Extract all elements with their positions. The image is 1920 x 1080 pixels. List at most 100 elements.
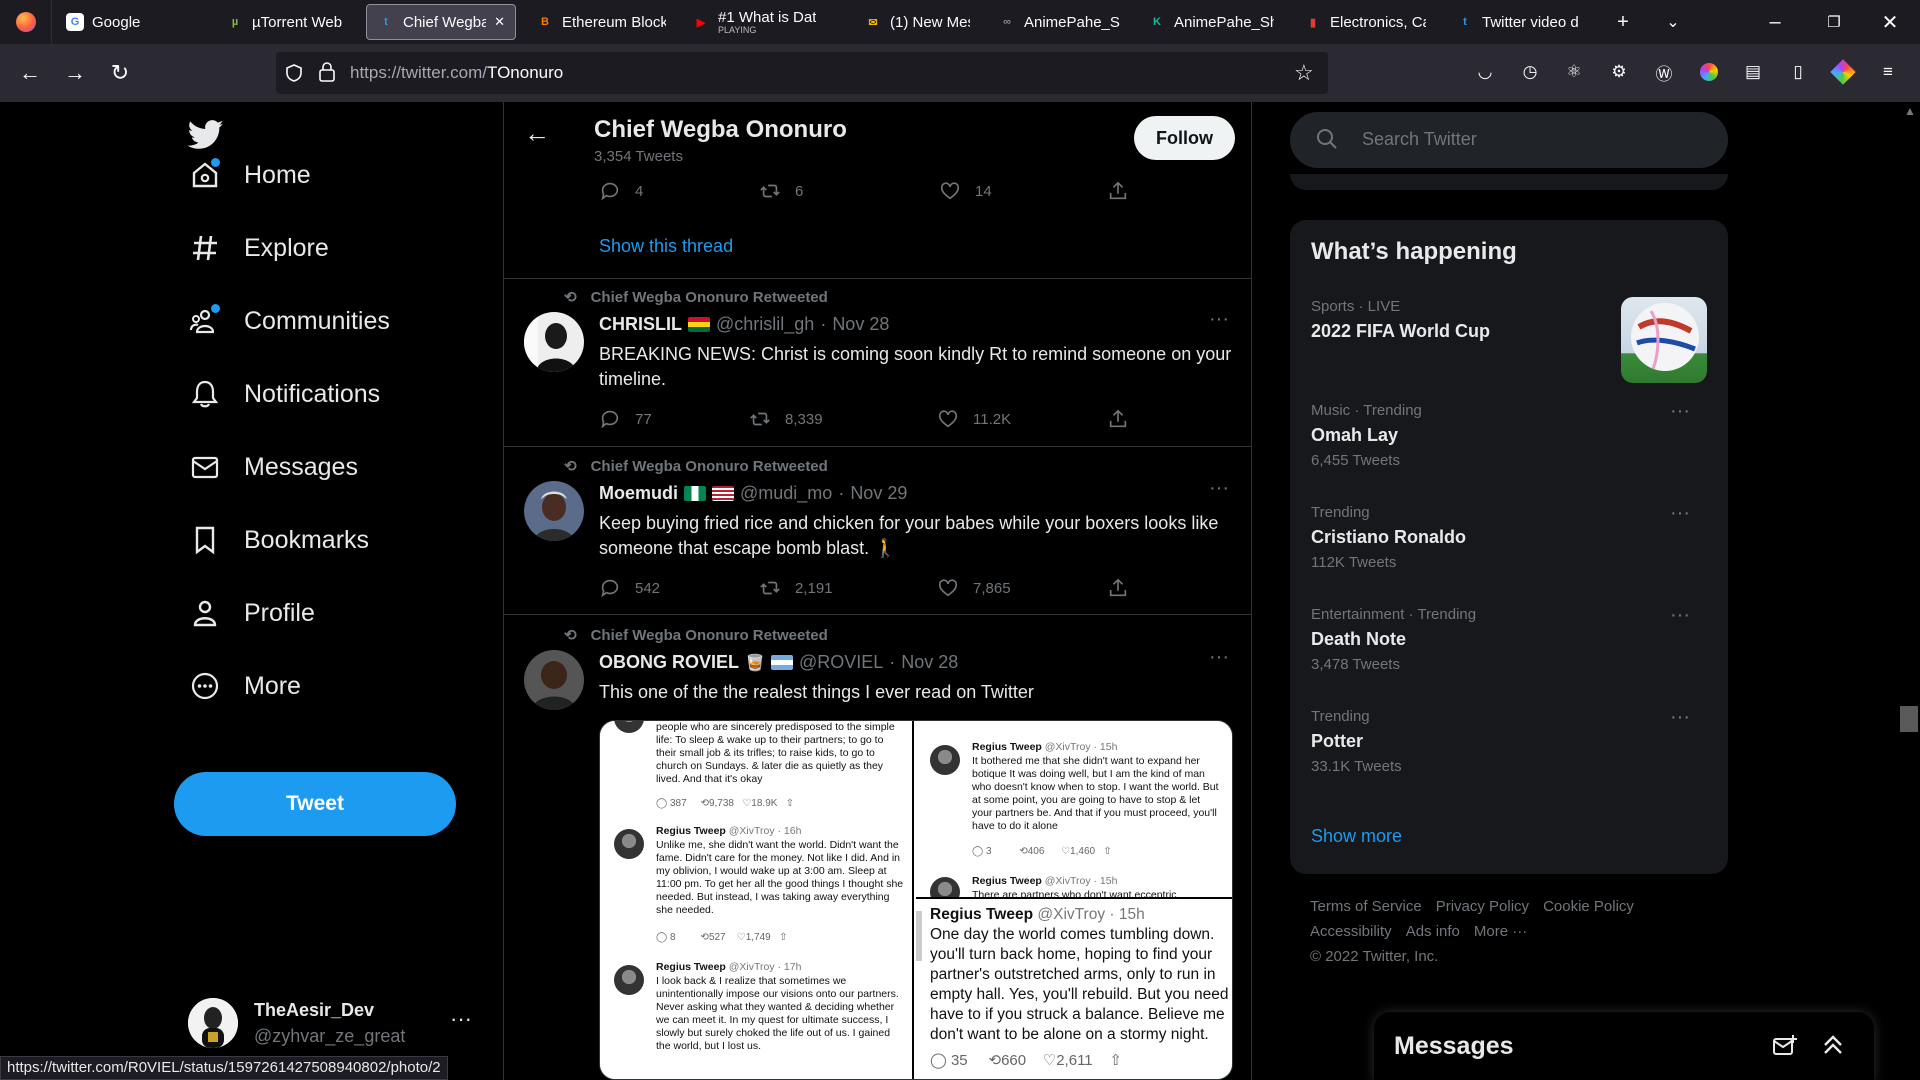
tweet-media-grid[interactable]: people who are sincerely predisposed to … bbox=[599, 720, 1233, 1080]
new-message-icon[interactable] bbox=[1772, 1034, 1798, 1058]
sidebar-item-notifications[interactable]: Notifications bbox=[188, 370, 380, 418]
search-box[interactable]: Search Twitter bbox=[1290, 112, 1728, 168]
browser-tab[interactable]: B Ethereum Block bbox=[526, 4, 676, 40]
reply-button[interactable]: 4 bbox=[599, 180, 643, 202]
browser-tab[interactable]: G Google bbox=[56, 4, 206, 40]
trend-more-icon[interactable]: ··· bbox=[1670, 502, 1690, 525]
trend-item[interactable]: Entertainment · Trending Death Note 3,47… bbox=[1311, 604, 1711, 673]
color-picker-icon[interactable] bbox=[1697, 60, 1721, 84]
minimize-window-icon[interactable]: – bbox=[1755, 6, 1795, 38]
media-image-1[interactable]: people who are sincerely predisposed to … bbox=[600, 721, 914, 1079]
reload-icon[interactable]: ↻ bbox=[105, 58, 135, 88]
close-tab-icon[interactable]: ✕ bbox=[494, 14, 505, 30]
ads-info-link[interactable]: Ads info bbox=[1406, 919, 1460, 944]
tracking-shield-icon[interactable] bbox=[284, 63, 304, 83]
browser-tab[interactable]: µ µTorrent Web bbox=[216, 4, 356, 40]
retweet-button[interactable]: 6 bbox=[759, 180, 803, 202]
footer-more-link[interactable]: More ··· bbox=[1474, 919, 1527, 944]
page-scrollbar[interactable]: ▲ bbox=[1898, 102, 1920, 1080]
bookmark-star-icon[interactable]: ☆ bbox=[1294, 60, 1314, 86]
accessibility-link[interactable]: Accessibility bbox=[1310, 919, 1392, 944]
react-devtools-icon[interactable]: ⚛ bbox=[1562, 60, 1586, 84]
restore-window-icon[interactable]: ❐ bbox=[1814, 6, 1854, 38]
browser-tab[interactable]: K AnimePahe_Shi bbox=[1138, 4, 1284, 40]
tweet-handle[interactable]: @mudi_mo bbox=[740, 483, 832, 504]
bookmark-extension-icon[interactable]: ▯ bbox=[1786, 60, 1810, 84]
trend-item[interactable]: Trending Potter 33.1K Tweets ··· bbox=[1311, 706, 1711, 775]
browser-tab[interactable]: ✉ (1) New Messag bbox=[854, 4, 980, 40]
sidebar-item-profile[interactable]: Profile bbox=[188, 589, 315, 637]
trend-more-icon[interactable]: ··· bbox=[1670, 604, 1690, 627]
follow-button[interactable]: Follow bbox=[1134, 116, 1235, 160]
terms-link[interactable]: Terms of Service bbox=[1310, 894, 1422, 919]
sidebar-item-bookmarks[interactable]: Bookmarks bbox=[188, 516, 369, 564]
pocket-icon[interactable]: ◡ bbox=[1473, 60, 1497, 84]
back-icon[interactable]: ← bbox=[15, 58, 45, 88]
messages-drawer[interactable]: Messages bbox=[1374, 1012, 1874, 1080]
tweet-author-name[interactable]: CHRISLIL bbox=[599, 314, 682, 335]
w-extension-icon[interactable]: Ⓦ bbox=[1652, 60, 1676, 84]
sidebar-item-home[interactable]: Home bbox=[188, 151, 311, 199]
tweet-more-icon[interactable]: ··· bbox=[1209, 646, 1229, 669]
timer-extension-icon[interactable]: ◷ bbox=[1518, 60, 1542, 84]
tweet-handle[interactable]: @ROVIEL bbox=[799, 652, 883, 673]
browser-tab[interactable]: ∞ AnimePahe_Shi bbox=[988, 4, 1130, 40]
search-input[interactable]: Search Twitter bbox=[1362, 129, 1477, 150]
forward-icon[interactable]: → bbox=[60, 58, 90, 88]
like-button[interactable]: 14 bbox=[939, 180, 992, 202]
share-button[interactable] bbox=[1107, 180, 1129, 202]
retweet-button[interactable]: 2,191 bbox=[759, 577, 833, 599]
scrollbar-thumb[interactable] bbox=[1900, 706, 1918, 732]
trend-more-icon[interactable]: ··· bbox=[1670, 400, 1690, 423]
reply-button[interactable]: 542 bbox=[599, 577, 660, 599]
colorful-extension-icon[interactable] bbox=[1830, 59, 1856, 85]
tweet-button[interactable]: Tweet bbox=[174, 772, 456, 836]
tweet-avatar[interactable] bbox=[524, 312, 584, 372]
list-all-tabs-icon[interactable]: ⌄ bbox=[1653, 6, 1693, 38]
close-window-icon[interactable]: ✕ bbox=[1870, 6, 1910, 38]
cookie-link[interactable]: Cookie Policy bbox=[1543, 894, 1634, 919]
retweet-button[interactable]: 8,339 bbox=[749, 408, 823, 430]
sidebar-item-explore[interactable]: Explore bbox=[188, 224, 329, 272]
browser-tab[interactable]: t Twitter video d bbox=[1446, 4, 1598, 40]
privacy-link[interactable]: Privacy Policy bbox=[1436, 894, 1529, 919]
tweet-avatar[interactable] bbox=[524, 481, 584, 541]
tweet-more-icon[interactable]: ··· bbox=[1209, 477, 1229, 500]
sidebar-item-more[interactable]: More bbox=[188, 662, 301, 710]
sidebar-item-communities[interactable]: Communities bbox=[188, 297, 390, 345]
reply-button[interactable]: 77 bbox=[599, 408, 652, 430]
expand-up-icon[interactable] bbox=[1820, 1032, 1846, 1058]
trend-item[interactable]: Music · Trending Omah Lay 6,455 Tweets ·… bbox=[1311, 400, 1711, 469]
browser-tab[interactable]: t Chief Wegba ✕ bbox=[366, 4, 516, 40]
lock-icon[interactable] bbox=[318, 62, 336, 82]
twitter-logo-icon[interactable] bbox=[188, 120, 224, 150]
tweet-date[interactable]: Nov 28 bbox=[901, 652, 958, 673]
firefox-menu-icon[interactable] bbox=[0, 0, 52, 44]
tweet-handle[interactable]: @chrislil_gh bbox=[716, 314, 814, 335]
share-button[interactable] bbox=[1107, 408, 1129, 430]
url-text[interactable]: https://twitter.com/TOnonuro bbox=[350, 63, 563, 83]
sidebar-item-messages[interactable]: Messages bbox=[188, 443, 358, 491]
account-switcher[interactable]: TheAesir_Dev @zyhvar_ze_great ··· bbox=[188, 998, 472, 1048]
like-button[interactable]: 7,865 bbox=[937, 577, 1011, 599]
tweet-avatar[interactable] bbox=[524, 650, 584, 710]
trend-item[interactable]: Trending Cristiano Ronaldo 112K Tweets ·… bbox=[1311, 502, 1711, 571]
trend-more-icon[interactable]: ··· bbox=[1670, 706, 1690, 729]
show-more-link[interactable]: Show more bbox=[1311, 826, 1402, 847]
back-arrow-icon[interactable]: ← bbox=[524, 118, 550, 149]
media-image-2[interactable]: Regius Tweep @XivTroy · 15h It bothered … bbox=[916, 721, 1232, 899]
new-tab-button[interactable]: + bbox=[1603, 6, 1643, 38]
browser-tab[interactable]: ▶ #1 What is Dat PLAYING bbox=[682, 4, 842, 40]
tweet-date[interactable]: Nov 29 bbox=[850, 483, 907, 504]
tweet-date[interactable]: Nov 28 bbox=[832, 314, 889, 335]
gear-extension-icon[interactable]: ⚙ bbox=[1607, 60, 1631, 84]
media-image-3[interactable]: Regius Tweep @XivTroy · 15h One day the … bbox=[916, 901, 1232, 1079]
url-bar[interactable]: https://twitter.com/TOnonuro ☆ bbox=[276, 52, 1328, 94]
share-button[interactable] bbox=[1107, 577, 1129, 599]
app-menu-icon[interactable]: ≡ bbox=[1876, 60, 1900, 84]
tweet-more-icon[interactable]: ··· bbox=[1209, 308, 1229, 331]
files-extension-icon[interactable]: ▤ bbox=[1741, 60, 1765, 84]
show-thread-link[interactable]: Show this thread bbox=[599, 236, 733, 257]
browser-tab[interactable]: ▮ Electronics, Car bbox=[1294, 4, 1436, 40]
tweet-author-name[interactable]: Moemudi bbox=[599, 483, 678, 504]
